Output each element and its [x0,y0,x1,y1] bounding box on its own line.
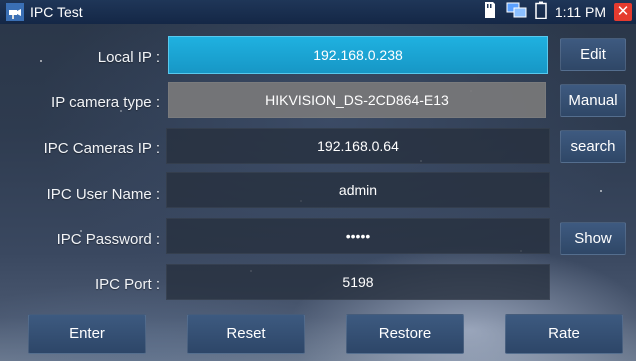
search-button[interactable]: search [560,130,626,163]
user-name-label: IPC User Name : [46,186,160,203]
status-area: 1:11 PM ✕ [483,1,632,24]
port-label: IPC Port : [94,276,160,293]
sd-card-icon [483,1,497,24]
port-field[interactable]: 5198 [166,264,550,300]
restore-button[interactable]: Restore [346,314,464,354]
password-label: IPC Password : [56,231,160,248]
password-field[interactable]: ••••• [166,218,550,254]
battery-icon [535,1,547,24]
enter-button[interactable]: Enter [28,314,146,354]
camera-type-field[interactable]: HIKVISION_DS-2CD864-E13 [168,82,546,118]
network-icon [505,1,527,24]
local-ip-label: Local IP : [97,49,160,66]
window-title: IPC Test [30,4,83,20]
camera-ip-field[interactable]: 192.168.0.64 [166,128,550,164]
title-bar: IPC Test 1:11 PM ✕ [0,0,636,24]
reset-button[interactable]: Reset [187,314,305,354]
camera-ip-label: IPC Cameras IP : [43,140,160,157]
show-button[interactable]: Show [560,222,626,255]
close-icon[interactable]: ✕ [614,3,632,21]
rate-button[interactable]: Rate [505,314,623,354]
camera-type-label: IP camera type : [51,94,160,111]
user-name-field[interactable]: admin [166,172,550,208]
clock: 1:11 PM [554,4,606,20]
app-icon [6,3,24,21]
local-ip-field[interactable]: 192.168.0.238 [168,36,548,74]
manual-button[interactable]: Manual [560,84,626,117]
edit-button[interactable]: Edit [560,38,626,71]
